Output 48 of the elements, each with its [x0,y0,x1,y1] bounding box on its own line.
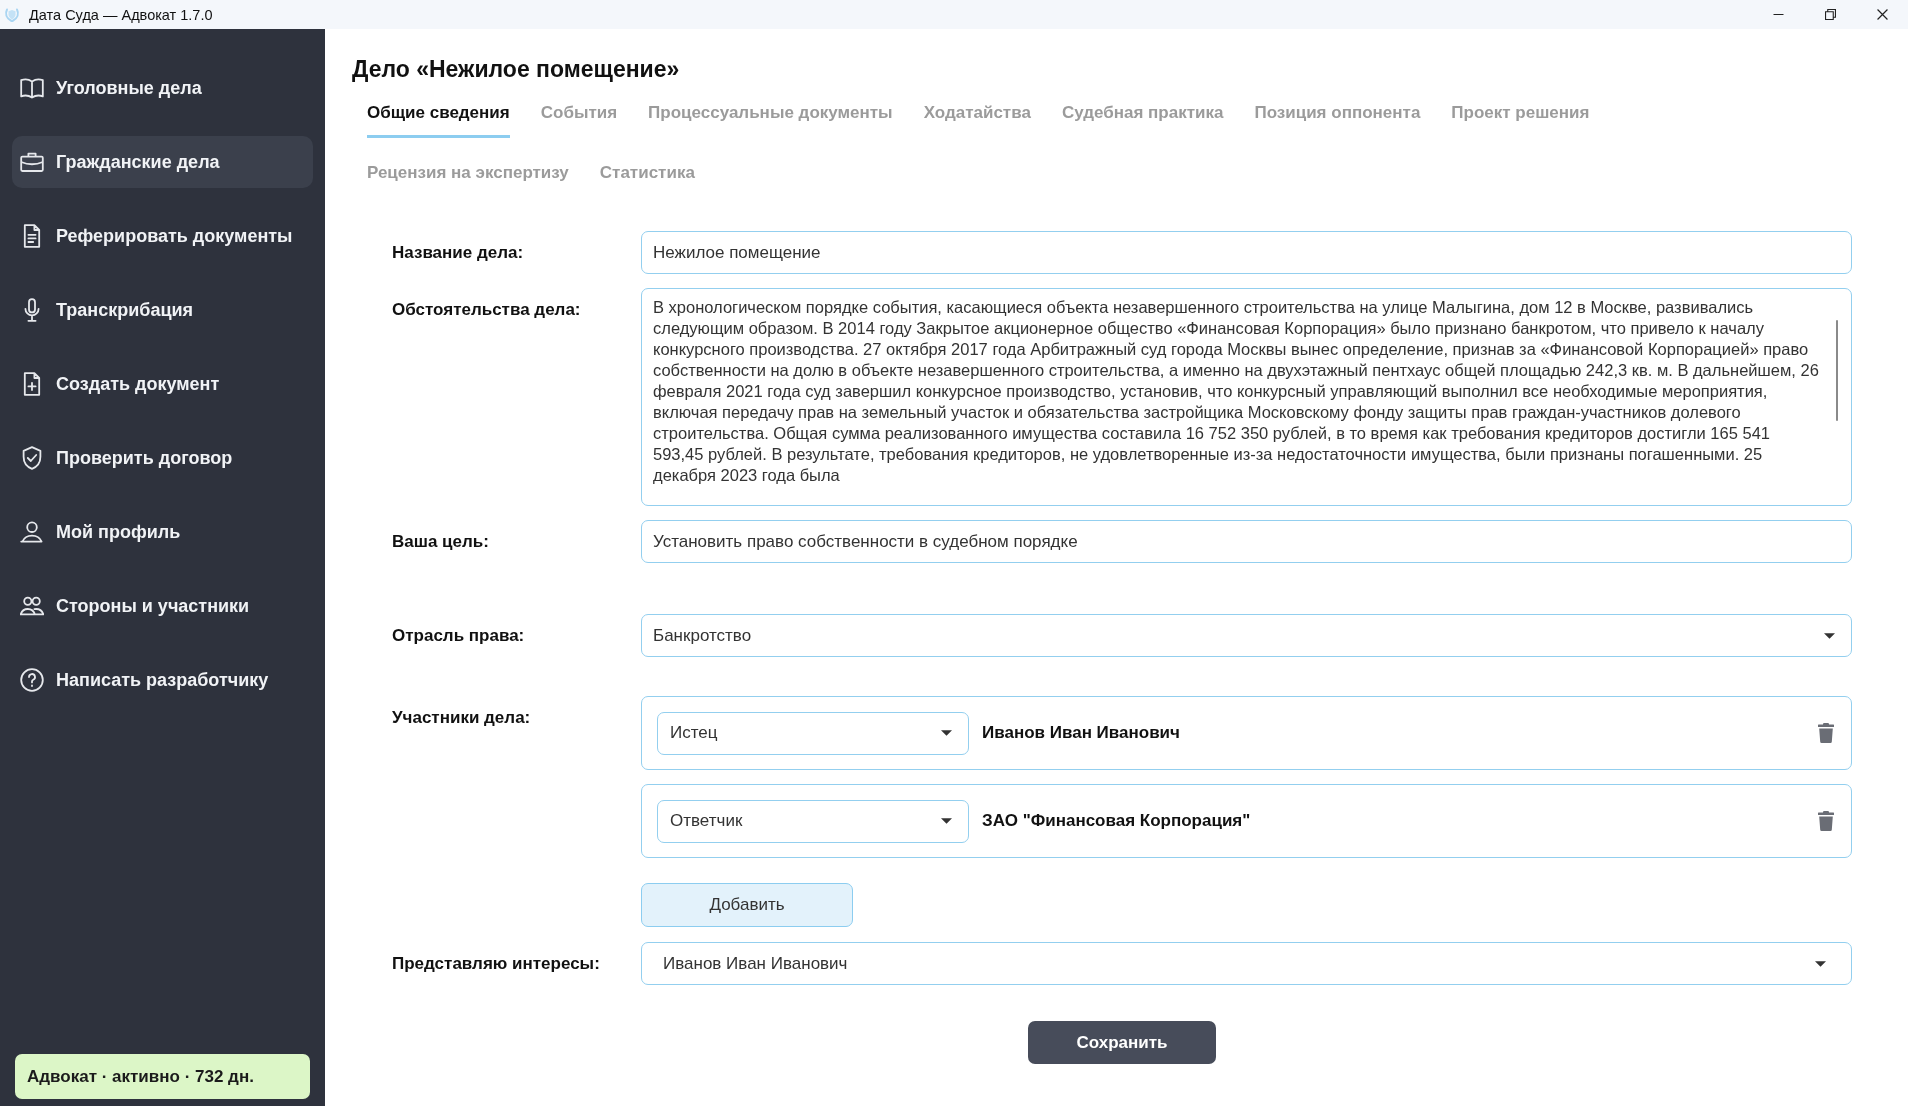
role-select[interactable]: Истец [657,711,969,755]
book-icon [20,76,44,100]
sidebar-item[interactable]: Мой профиль [12,506,313,558]
minimize-icon [1772,14,1784,15]
sidebar-item[interactable]: Транскрибация [12,284,313,336]
sidebar-item[interactable]: Создать документ [12,358,313,410]
license-badge: Адвокат · активно · 732 дн. [15,1054,310,1099]
person-icon [20,520,44,544]
sidebar-item[interactable]: Уголовные дела [12,62,313,114]
circumstances-textarea[interactable]: В хронологическом порядке события, касающиеся объекта незавершенного строительства на улице Малыгина, дом 12 в Москве, развивались следующим образом. В 2014 году Закрытое акционерное общество «Финансовая Корпорация» было признано банкротом, что привело к началу конкурсного производства. 27 октября 2017 года Арбитражный суд города Москвы вынес определение, признав за «Финансовой Корпорацией» право собственности на долю в объекте незавершенного строительства, а именно на двухэтажный пентхаус общей площадью 242,3 кв. м. В дальнейшем, 26 февраля 2021 года суд завершил конкурсное производство, установив, что конкурсный управляющий выполнил все необходимые мероприятия, включая передачу прав на земельный участок и обязательства застройщика Московскому фонду защиты прав граждан-участников долевого строительства. Общая сумма реализованного имущества составила 16 752 350 рублей, в то время как требования кредиторов достигли 165 541 593,45 рублей. В результате, требования кредиторов, не удовлетворенные из-за недостаточности имущества, были признаны погашенными. 25 декабря 2023 года была [641,288,1852,506]
briefcase-icon [20,150,44,174]
sidebar-item[interactable]: Стороны и участники [12,580,313,632]
participant-name: Иванов Иван Иванович [982,723,1180,743]
page-title: Дело «Нежилое помещение» [352,55,681,83]
field-label: Отрасль права: [392,625,526,647]
shield-check-icon [20,446,44,470]
trash-icon [1818,811,1834,831]
caret-icon [941,818,952,824]
field-label: Название дела: [392,242,525,264]
role-select[interactable]: Ответчик [657,799,969,843]
field-label: Представляю интересы: [392,953,601,975]
field-label: Обстоятельства дела: [392,299,582,321]
law-branch-select[interactable]: Банкротство [641,614,1852,657]
represent-select[interactable]: Иванов Иван Иванович [641,942,1852,985]
field-label: Ваша цель: [392,531,490,553]
delete-button[interactable] [1818,723,1834,743]
close-icon [1876,9,1888,20]
save-button[interactable]: Сохранить [1028,1021,1216,1064]
add-button[interactable]: Добавить [641,883,853,927]
participant-name: ЗАО "Финансовая Корпорация" [982,811,1251,831]
restore-icon [1824,9,1836,20]
goal-field[interactable]: Установить право собственности в судебном порядке [641,520,1852,563]
case-name-field[interactable]: Нежилое помещение [641,231,1852,274]
caret-icon [1815,960,1826,967]
sidebar-item[interactable]: Гражданские дела [12,136,313,188]
sidebar-item[interactable]: Проверить договор [12,432,313,484]
field-label: Участники дела: [392,707,532,729]
window-title: Дата Суда — Адвокат 1.7.0 [29,6,213,23]
trash-icon [1818,723,1834,743]
delete-button[interactable] [1818,811,1834,831]
people-icon [20,594,44,618]
caret-icon [1824,632,1835,639]
scrollbar-thumb[interactable] [1836,320,1838,421]
app-logo-icon [4,6,20,23]
tab[interactable]: Общие сведения [367,93,510,138]
sidebar-item[interactable]: Реферировать документы [12,210,313,262]
caret-icon [941,730,952,736]
sidebar-item[interactable]: Написать разработчику [12,654,313,706]
